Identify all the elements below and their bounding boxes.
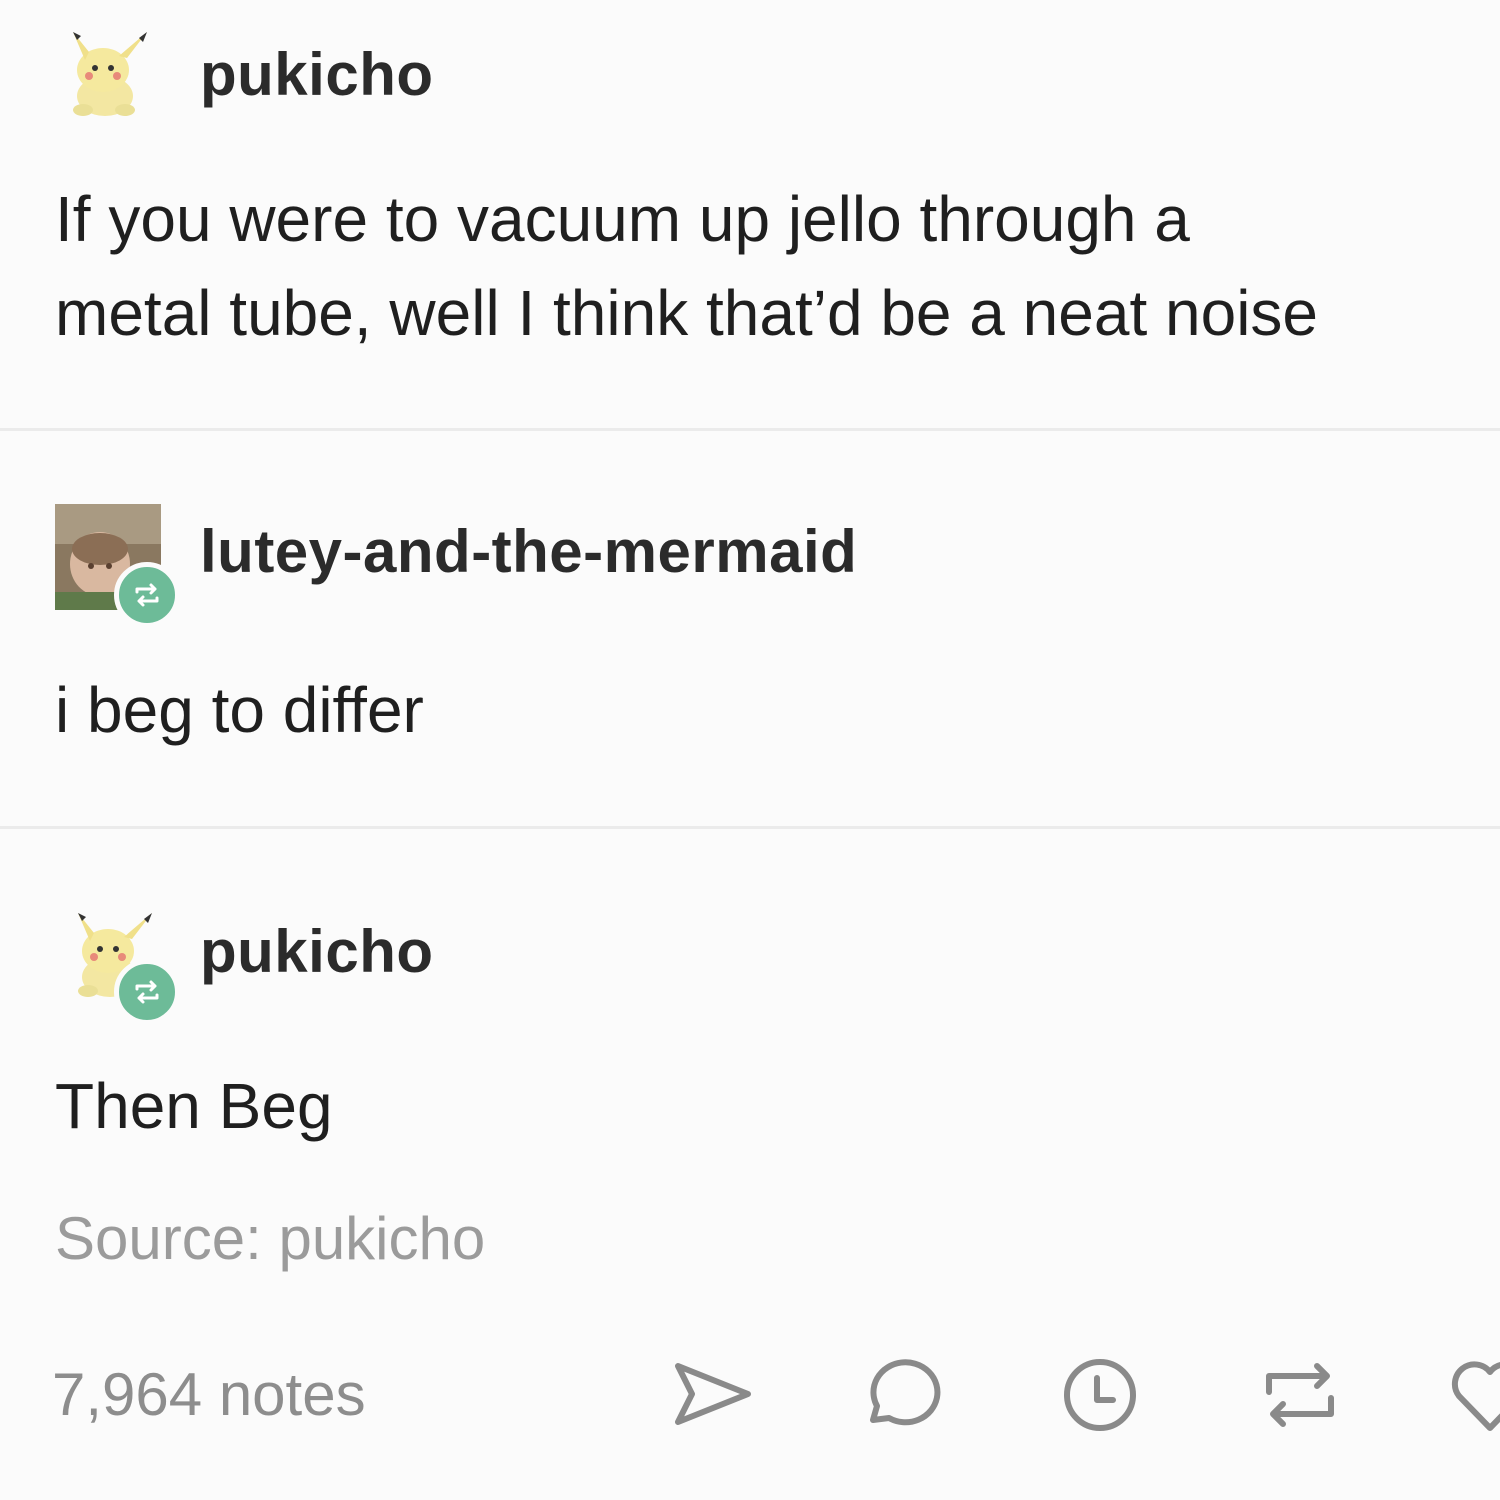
- like-icon[interactable]: [1445, 1350, 1500, 1440]
- post-text-line: metal tube, well I think that’d be a nea…: [55, 277, 1318, 349]
- post-text: If you were to vacuum up jello through a…: [55, 172, 1318, 360]
- post-text-line: i beg to differ: [55, 674, 424, 746]
- queue-icon[interactable]: [1055, 1350, 1145, 1440]
- reply-icon[interactable]: [853, 1350, 943, 1440]
- post-text: Then Beg: [55, 1059, 333, 1153]
- post-original: pukicho If you were to vacuum up jello t…: [0, 0, 1500, 430]
- reblog-small-icon: [135, 583, 159, 607]
- username[interactable]: pukicho: [200, 917, 434, 986]
- reblog-badge: [114, 959, 180, 1025]
- reblog-small-icon: [135, 980, 159, 1004]
- reblog-icon[interactable]: [1255, 1350, 1345, 1440]
- source-link[interactable]: Source: pukicho: [55, 1204, 485, 1273]
- reblog-badge: [114, 562, 180, 628]
- pikachu-plush-icon: [73, 32, 147, 116]
- post-reblog-1: lutey-and-the-mermaid i beg to differ: [0, 431, 1500, 827]
- post-text-line: Then Beg: [55, 1070, 333, 1142]
- username[interactable]: lutey-and-the-mermaid: [200, 517, 857, 586]
- post-text-line: If you were to vacuum up jello through a: [55, 183, 1190, 255]
- share-icon[interactable]: [668, 1350, 758, 1440]
- username[interactable]: pukicho: [200, 40, 434, 109]
- notes-count[interactable]: 7,964 notes: [52, 1360, 366, 1429]
- post-text: i beg to differ: [55, 663, 424, 757]
- avatar-pikachu[interactable]: [55, 18, 165, 128]
